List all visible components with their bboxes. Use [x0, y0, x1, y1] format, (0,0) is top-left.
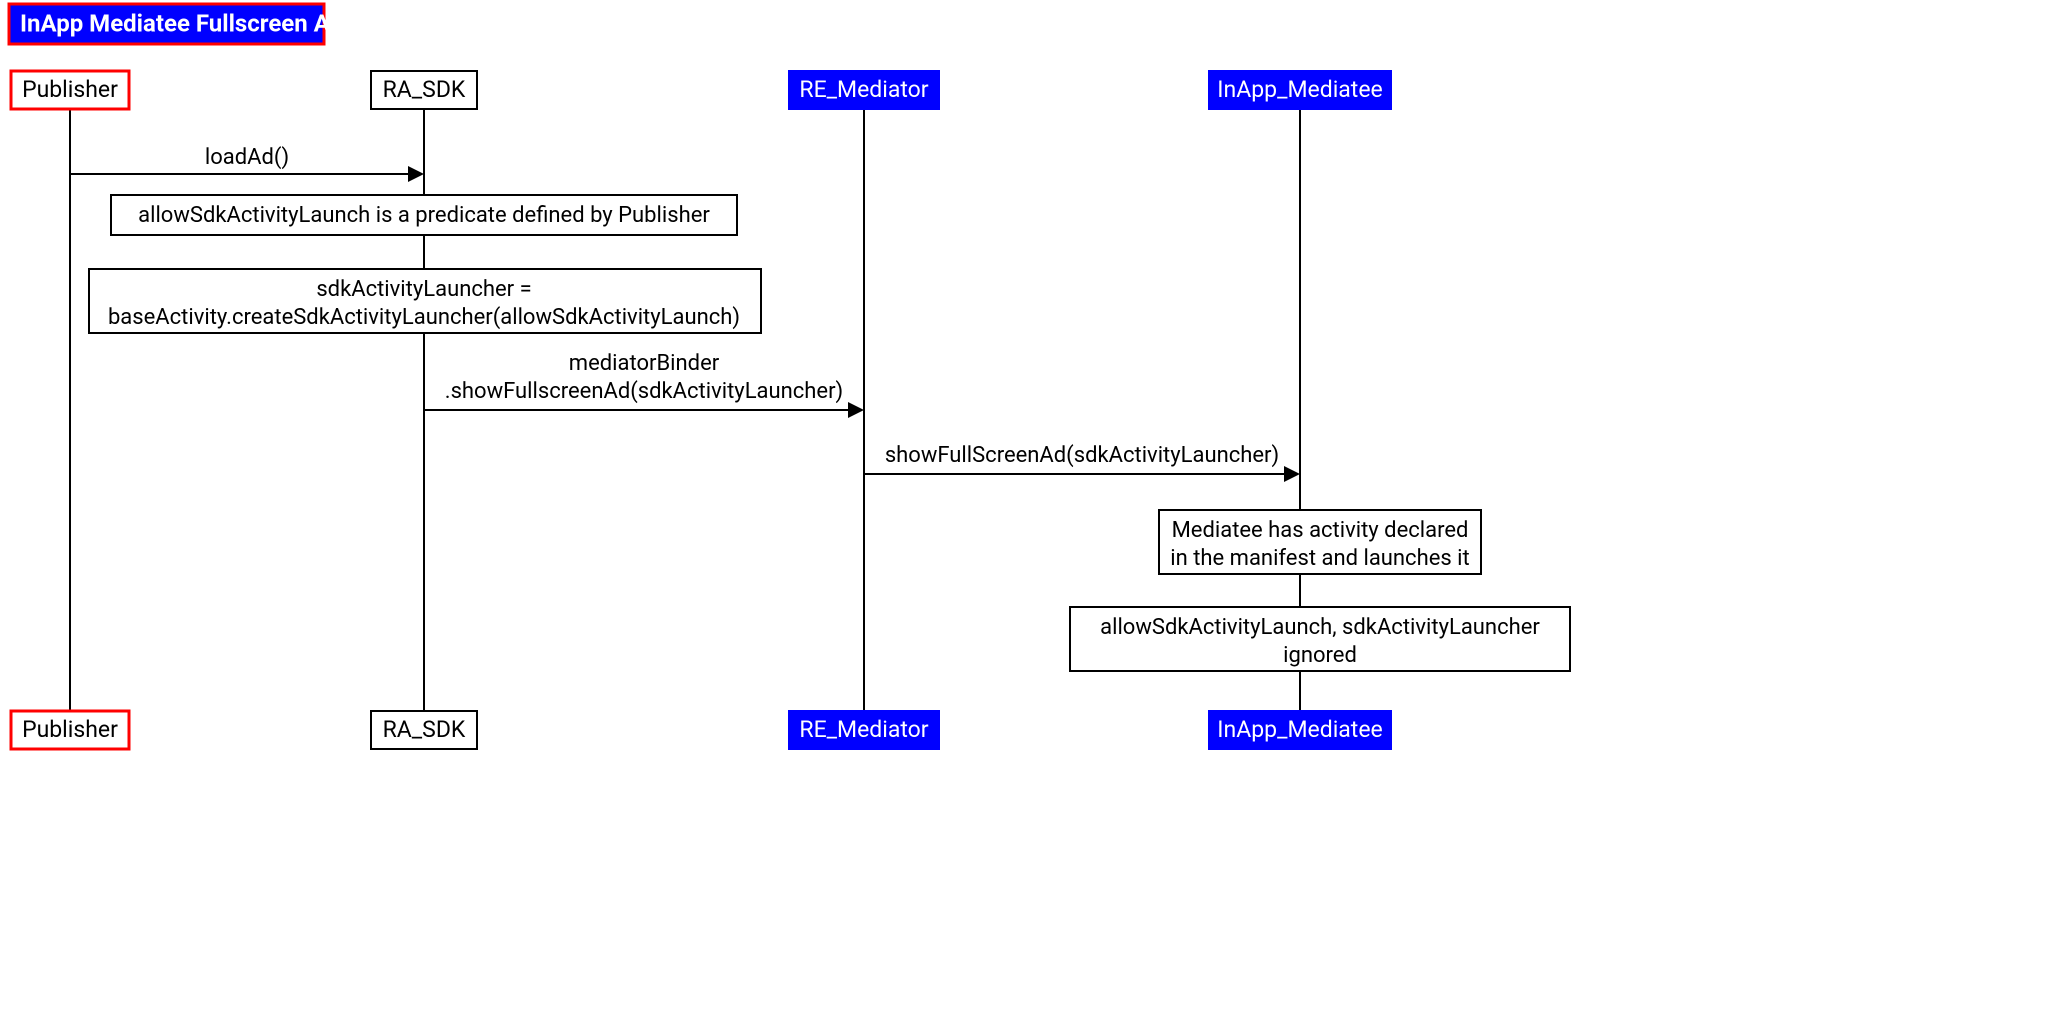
participant-inapp-mediatee-label: InApp_Mediatee	[1217, 76, 1382, 103]
note-ignored-l2: ignored	[1283, 643, 1357, 668]
message-show-fullscreen-label: showFullScreenAd(sdkActivityLauncher)	[885, 443, 1279, 468]
note-sdk-launcher-l2: baseActivity.createSdkActivityLauncher(a…	[108, 305, 740, 330]
diagram-title: InApp Mediatee Fullscreen Ad	[9, 4, 343, 44]
message-loadad-label: loadAd()	[205, 145, 289, 170]
participant-ra-sdk-bottom-label: RA_SDK	[383, 716, 466, 743]
participant-publisher-bottom-label: Publisher	[22, 716, 118, 743]
participant-ra-sdk-label: RA_SDK	[383, 76, 466, 103]
participant-re-mediator-label: RE_Mediator	[799, 76, 928, 103]
participant-re-mediator-bottom-label: RE_Mediator	[799, 716, 928, 743]
note-sdk-launcher-l1: sdkActivityLauncher =	[316, 277, 531, 302]
participant-publisher-label: Publisher	[22, 76, 118, 103]
note-ignored: allowSdkActivityLaunch, sdkActivityLaunc…	[1070, 607, 1570, 671]
message-show-fullscreen: showFullScreenAd(sdkActivityLauncher)	[864, 443, 1300, 482]
participant-inapp-mediatee-bottom-label: InApp_Mediatee	[1217, 716, 1382, 743]
message-mediator-binder-l2: .showFullscreenAd(sdkActivityLauncher)	[445, 379, 843, 404]
participant-inapp-mediatee-top: InApp_Mediatee	[1209, 71, 1391, 109]
participant-ra-sdk-top: RA_SDK	[371, 71, 477, 109]
participant-publisher-top: Publisher	[11, 71, 129, 109]
participant-re-mediator-top: RE_Mediator	[789, 71, 939, 109]
note-mediatee-declared-l2: in the manifest and launches it	[1170, 546, 1469, 571]
note-mediatee-declared-l1: Mediatee has activity declared	[1172, 518, 1469, 543]
note-allow-predicate-text: allowSdkActivityLaunch is a predicate de…	[138, 203, 710, 228]
message-mediator-binder: mediatorBinder .showFullscreenAd(sdkActi…	[424, 351, 864, 418]
participant-ra-sdk-bottom: RA_SDK	[371, 711, 477, 749]
diagram-title-text: InApp Mediatee Fullscreen Ad	[20, 9, 343, 37]
participant-re-mediator-bottom: RE_Mediator	[789, 711, 939, 749]
message-mediator-binder-l1: mediatorBinder	[569, 351, 720, 376]
participant-inapp-mediatee-bottom: InApp_Mediatee	[1209, 711, 1391, 749]
note-allow-predicate: allowSdkActivityLaunch is a predicate de…	[111, 195, 737, 235]
note-sdk-launcher: sdkActivityLauncher = baseActivity.creat…	[89, 269, 761, 333]
note-mediatee-declared: Mediatee has activity declared in the ma…	[1159, 510, 1481, 574]
note-ignored-l1: allowSdkActivityLaunch, sdkActivityLaunc…	[1100, 615, 1540, 640]
message-loadad: loadAd()	[70, 145, 424, 182]
participant-publisher-bottom: Publisher	[11, 711, 129, 749]
